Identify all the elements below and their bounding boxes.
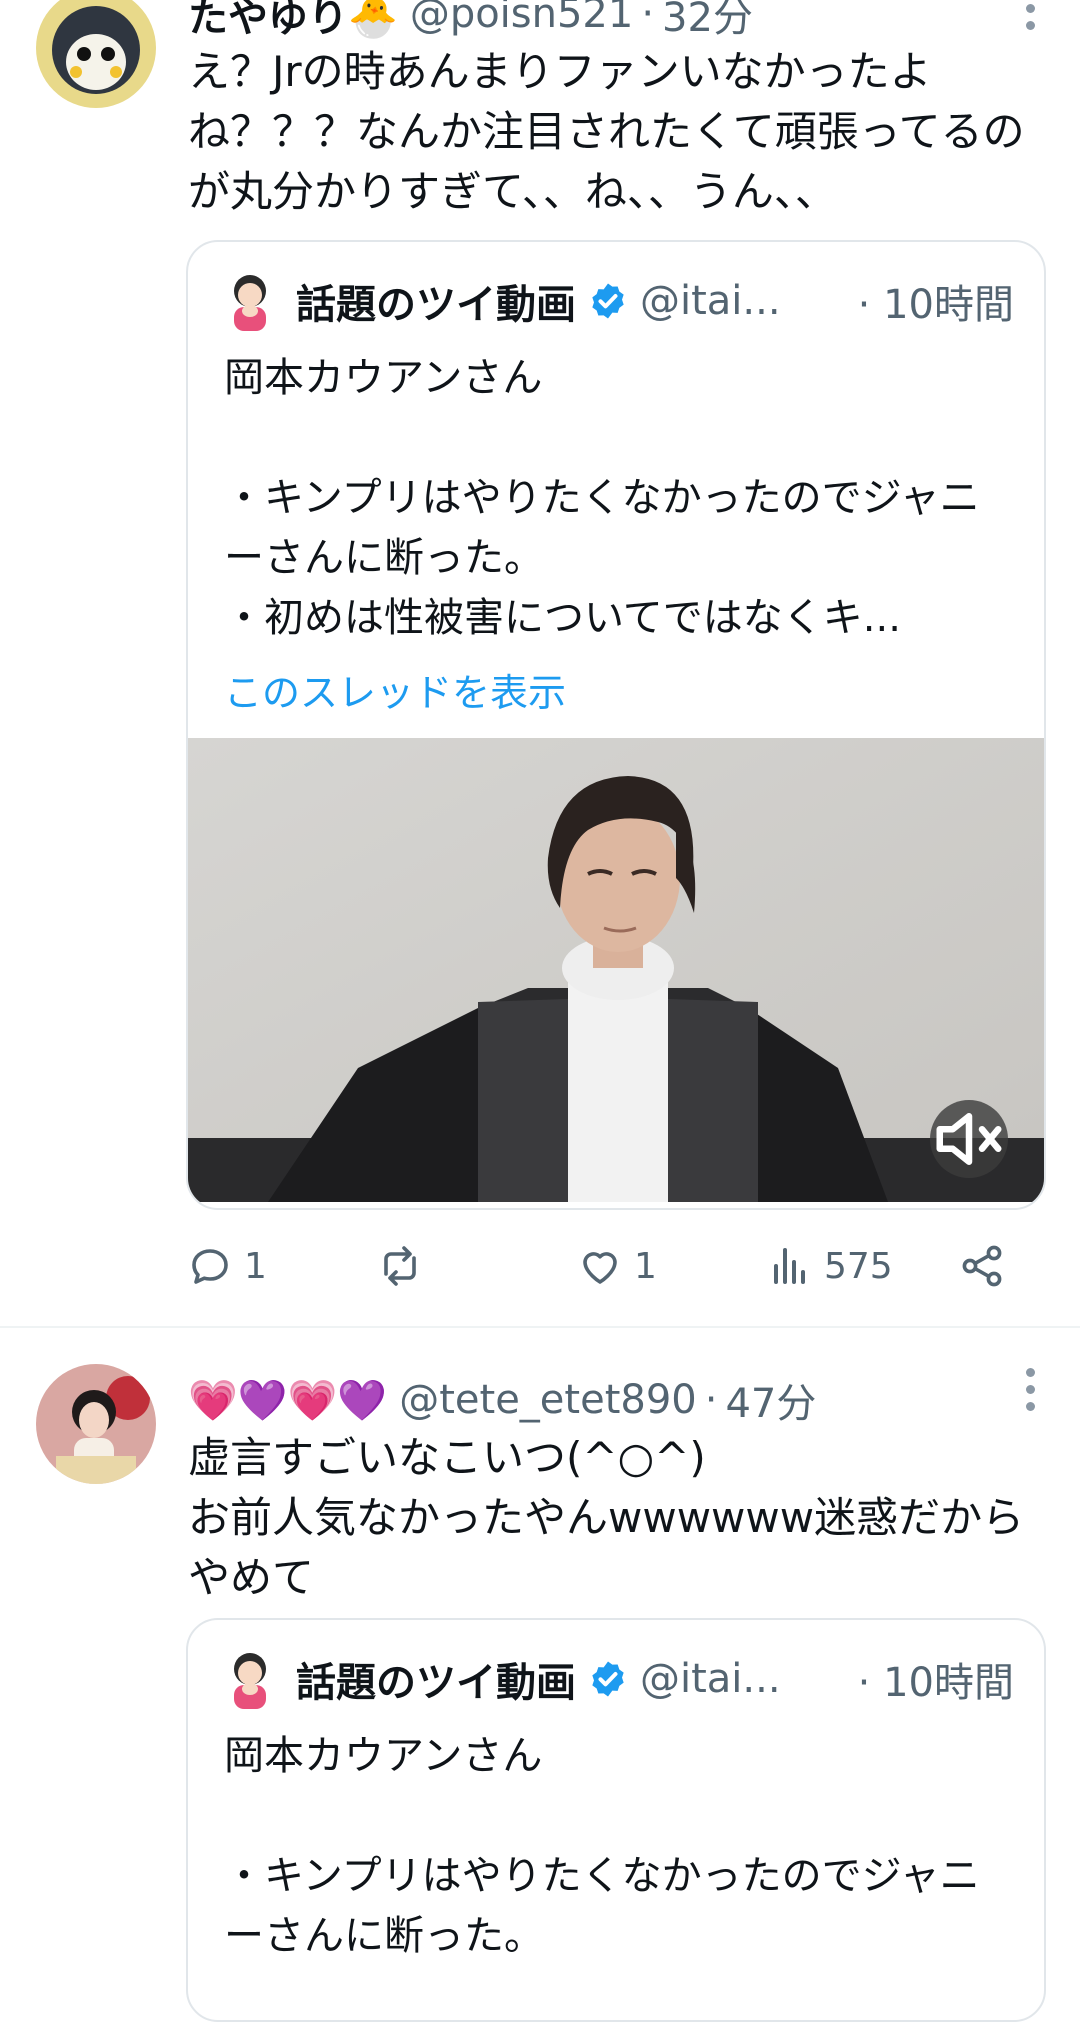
display-name[interactable]: たやゆり🐣 [188,0,398,43]
quoted-text: 岡本カウアンさん ・キンプリはやりたくなかったのでジャニーさんに断った。 [224,1733,980,1959]
reply-button[interactable]: 1 [186,1236,267,1296]
quoted-tweet[interactable]: 話題のツイ動画 @itai... · 10時間 岡本カウアンさん ・キンプリはや… [186,1618,1046,2022]
quoted-avatar [234,1653,266,1709]
show-thread-link[interactable]: このスレッドを表示 [224,662,566,717]
mute-icon[interactable] [930,1100,1008,1178]
tweet-2[interactable]: 💗💜💗💜 @tete_etet890 · 47分 虚言すごいなこいつ(^○^) … [0,1328,1080,2022]
video-thumbnail[interactable] [188,738,1044,1202]
quoted-tweet-header: 話題のツイ動画 @itai... · 10時間 [224,1644,1014,1714]
like-count: 1 [634,1245,657,1287]
avatar[interactable] [36,0,156,108]
tweet-text: 虚言すごいなこいつ(^○^) お前人気なかったやんwwwwww迷惑だからやめて [188,1433,1025,1602]
user-handle[interactable]: @poisn521 [410,0,634,37]
quoted-timestamp: · 10時間 [857,1660,1014,1706]
user-handle[interactable]: @tete_etet890 [399,1377,697,1423]
like-icon [583,1252,617,1284]
quoted-display-name: 話題のツイ動画 [296,282,576,328]
more-icon[interactable] [1026,1368,1038,1411]
quoted-avatar [234,275,266,331]
more-icon[interactable] [1026,4,1038,30]
like-button[interactable]: 1 [576,1236,657,1296]
tweet-text: え？Jrの時あんまりファンいなかったよね？？？なんか注目されたくて頑張ってるのが… [188,47,1025,216]
quoted-display-name: 話題のツイ動画 [296,1660,576,1706]
share-button[interactable] [958,1236,1006,1296]
tweet-header: 💗💜💗💜 @tete_etet890 · 47分 [188,1370,816,1430]
tweet-header: たやゆり🐣 @poisn521 · 32分 [188,0,753,44]
views-count: 575 [824,1245,893,1287]
avatar[interactable] [36,1364,156,1484]
quoted-handle: @itai... [640,278,781,324]
quoted-text: 岡本カウアンさん ・キンプリはやりたくなかったのでジャニーさんに断った。 ・初め… [224,355,980,641]
timestamp[interactable]: 47分 [725,1371,816,1429]
timestamp[interactable]: 32分 [662,0,753,43]
separator-dot: · [641,0,655,37]
display-name[interactable]: 💗💜💗💜 [188,1377,387,1424]
retweet-button[interactable] [376,1236,434,1296]
quoted-tweet-header: 話題のツイ動画 @itai... · 10時間 [224,266,1014,336]
views-icon [774,1248,805,1284]
quoted-tweet[interactable]: 話題のツイ動画 @itai... · 10時間 岡本カウアンさん ・キンプリはや… [186,240,1046,1210]
views-button[interactable]: 575 [766,1236,893,1296]
quoted-handle: @itai... [640,1656,781,1702]
verified-badge-icon [592,283,624,319]
reply-count: 1 [244,1245,267,1287]
retweet-icon [384,1246,416,1286]
quoted-timestamp: · 10時間 [857,282,1014,328]
verified-badge-icon [592,1661,624,1697]
share-icon [962,1245,1002,1287]
tweet-actions: 1 1 575 [186,1236,1016,1296]
tweet-1[interactable]: たやゆり🐣 @poisn521 · 32分 え？Jrの時あんまりファンいなかった… [0,0,1080,1328]
separator-dot: · [704,1377,718,1423]
reply-icon [192,1249,228,1284]
